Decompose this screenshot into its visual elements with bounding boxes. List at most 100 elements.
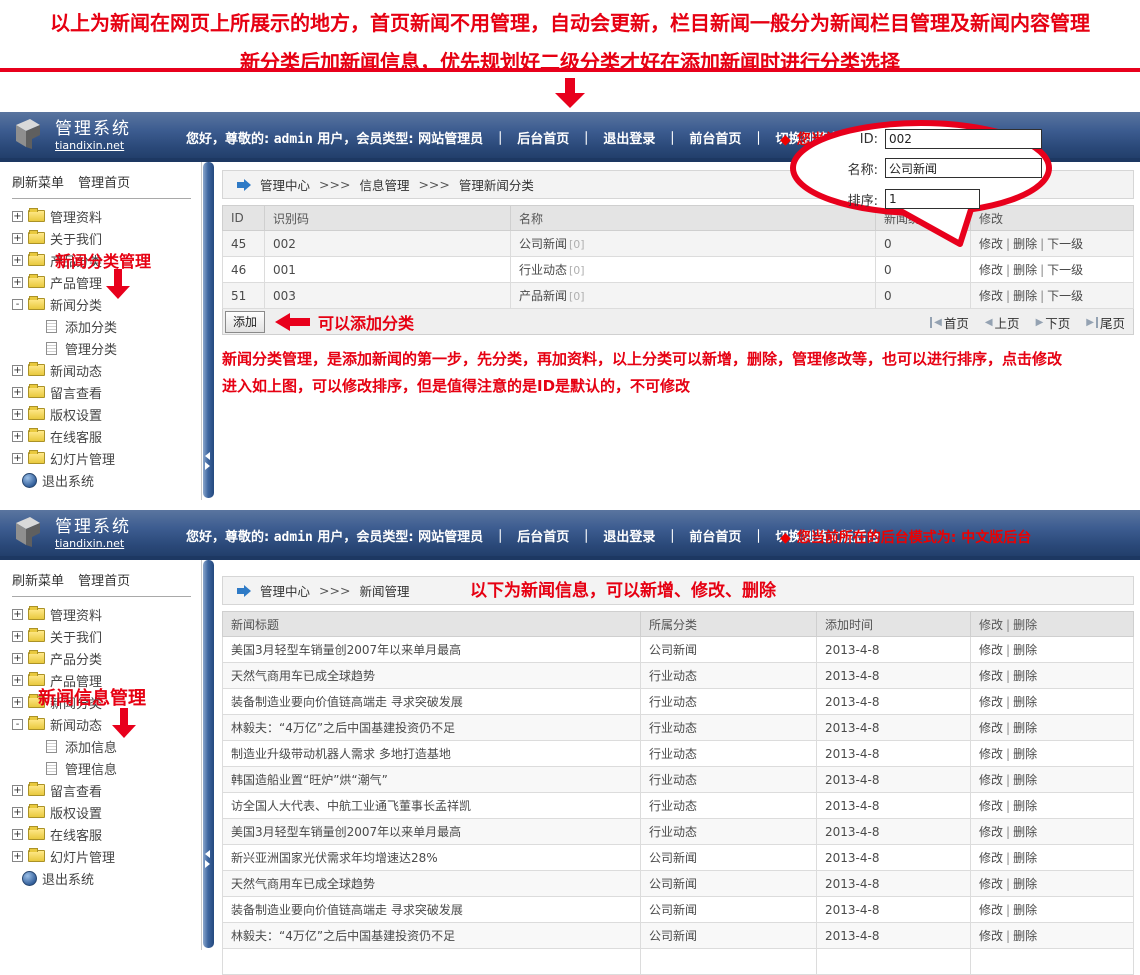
expand-icon[interactable]: + — [12, 697, 23, 708]
sidebar-splitter[interactable] — [203, 560, 214, 948]
expand-icon[interactable]: + — [12, 609, 23, 620]
sidebar-item-exit[interactable]: 退出系统 — [0, 867, 201, 889]
breadcrumb-news-manage[interactable]: 新闻管理 — [359, 581, 409, 600]
pagination-last[interactable]: ▶尾页 — [1086, 313, 1125, 332]
breadcrumb-info-manage[interactable]: 信息管理 — [359, 175, 409, 194]
sidebar-subitem-add-category[interactable]: 添加分类 — [0, 315, 201, 337]
sidebar-item-slideshow[interactable]: +幻灯片管理 — [0, 447, 201, 469]
sidebar-item-slideshow[interactable]: +幻灯片管理 — [0, 845, 201, 867]
expand-icon[interactable]: + — [12, 453, 23, 464]
delete-link[interactable]: 删除 — [1013, 877, 1037, 891]
delete-link[interactable]: 删除 — [1013, 643, 1037, 657]
expand-icon[interactable]: + — [12, 277, 23, 288]
expand-icon[interactable]: + — [12, 255, 23, 266]
delete-link[interactable]: 删除 — [1013, 263, 1037, 277]
expand-icon[interactable]: + — [12, 431, 23, 442]
pagination-next[interactable]: ▶下页 — [1036, 313, 1071, 332]
delete-link[interactable]: 删除 — [1013, 747, 1037, 761]
sidebar-item-news-categories[interactable]: -新闻分类 — [0, 293, 201, 315]
expand-icon[interactable]: + — [12, 851, 23, 862]
edit-link[interactable]: 修改 — [979, 773, 1003, 787]
admin-home-link[interactable]: 管理首页 — [78, 574, 130, 589]
collapse-arrows-icon[interactable] — [205, 850, 210, 868]
sidebar-item-online-service[interactable]: +在线客服 — [0, 425, 201, 447]
sidebar-item-copyright[interactable]: +版权设置 — [0, 801, 201, 823]
sidebar-item-exit[interactable]: 退出系统 — [0, 469, 201, 491]
collapse-icon[interactable]: - — [12, 719, 23, 730]
delete-link[interactable]: 删除 — [1013, 721, 1037, 735]
refresh-menu-link[interactable]: 刷新菜单 — [12, 574, 64, 589]
sidebar-item-news[interactable]: +新闻动态 — [0, 359, 201, 381]
sidebar-item-about-us[interactable]: +关于我们 — [0, 625, 201, 647]
breadcrumb-admin-center[interactable]: 管理中心 — [260, 175, 310, 194]
next-level-link[interactable]: 下一级 — [1047, 263, 1083, 277]
edit-link[interactable]: 修改 — [979, 877, 1003, 891]
delete-link[interactable]: 删除 — [1013, 825, 1037, 839]
add-category-button[interactable]: 添加 — [225, 311, 265, 333]
link-logout[interactable]: 退出登录 — [603, 132, 655, 147]
delete-link[interactable]: 删除 — [1013, 851, 1037, 865]
pagination-first[interactable]: ◀首页 — [930, 313, 969, 332]
expand-icon[interactable]: + — [12, 365, 23, 376]
collapse-arrows-icon[interactable] — [205, 452, 210, 470]
collapse-icon[interactable]: - — [12, 299, 23, 310]
link-backend-home[interactable]: 后台首页 — [517, 530, 569, 545]
next-level-link[interactable]: 下一级 — [1047, 289, 1083, 303]
sidebar-item-manage-data[interactable]: +管理资料 — [0, 205, 201, 227]
edit-link[interactable]: 修改 — [979, 669, 1003, 683]
sidebar-item-manage-data[interactable]: +管理资料 — [0, 603, 201, 625]
expand-icon[interactable]: + — [12, 785, 23, 796]
delete-link[interactable]: 删除 — [1013, 773, 1037, 787]
sort-field[interactable] — [885, 189, 980, 209]
delete-link[interactable]: 删除 — [1013, 669, 1037, 683]
link-frontend-home[interactable]: 前台首页 — [689, 132, 741, 147]
expand-icon[interactable]: + — [12, 675, 23, 686]
admin-home-link[interactable]: 管理首页 — [78, 176, 130, 191]
edit-link[interactable]: 修改 — [979, 799, 1003, 813]
sidebar-item-news-categories[interactable]: +新闻分类 — [0, 691, 201, 713]
edit-link[interactable]: 修改 — [979, 747, 1003, 761]
edit-link[interactable]: 修改 — [979, 695, 1003, 709]
sidebar-item-product-manage[interactable]: +产品管理 — [0, 271, 201, 293]
sidebar-item-copyright[interactable]: +版权设置 — [0, 403, 201, 425]
expand-icon[interactable]: + — [12, 233, 23, 244]
sidebar-item-online-service[interactable]: +在线客服 — [0, 823, 201, 845]
sidebar-item-messages[interactable]: +留言查看 — [0, 381, 201, 403]
expand-icon[interactable]: + — [12, 387, 23, 398]
sidebar-item-messages[interactable]: +留言查看 — [0, 779, 201, 801]
refresh-menu-link[interactable]: 刷新菜单 — [12, 176, 64, 191]
edit-link[interactable]: 修改 — [979, 929, 1003, 943]
delete-link[interactable]: 删除 — [1013, 799, 1037, 813]
expand-icon[interactable]: + — [12, 631, 23, 642]
expand-icon[interactable]: + — [12, 211, 23, 222]
edit-link[interactable]: 修改 — [979, 825, 1003, 839]
sidebar-item-about-us[interactable]: +关于我们 — [0, 227, 201, 249]
edit-link[interactable]: 修改 — [979, 289, 1003, 303]
sidebar-subitem-add-info[interactable]: 添加信息 — [0, 735, 201, 757]
delete-link[interactable]: 删除 — [1013, 929, 1037, 943]
expand-icon[interactable]: + — [12, 409, 23, 420]
sidebar-item-product-categories[interactable]: +产品分类 — [0, 249, 201, 271]
sidebar-item-product-manage[interactable]: +产品管理 — [0, 669, 201, 691]
expand-icon[interactable]: + — [12, 829, 23, 840]
sidebar-subitem-manage-category[interactable]: 管理分类 — [0, 337, 201, 359]
id-field[interactable] — [885, 129, 1042, 149]
link-logout[interactable]: 退出登录 — [603, 530, 655, 545]
delete-link[interactable]: 删除 — [1013, 903, 1037, 917]
edit-link[interactable]: 修改 — [979, 903, 1003, 917]
sidebar-subitem-manage-info[interactable]: 管理信息 — [0, 757, 201, 779]
expand-icon[interactable]: + — [12, 653, 23, 664]
sidebar-item-news[interactable]: -新闻动态 — [0, 713, 201, 735]
delete-link[interactable]: 删除 — [1013, 289, 1037, 303]
edit-link[interactable]: 修改 — [979, 721, 1003, 735]
edit-link[interactable]: 修改 — [979, 643, 1003, 657]
link-frontend-home[interactable]: 前台首页 — [689, 530, 741, 545]
name-field[interactable] — [885, 158, 1042, 178]
breadcrumb-manage-news-categories[interactable]: 管理新闻分类 — [459, 175, 534, 194]
sidebar-splitter[interactable] — [203, 162, 214, 498]
edit-link[interactable]: 修改 — [979, 263, 1003, 277]
breadcrumb-admin-center[interactable]: 管理中心 — [260, 581, 310, 600]
delete-link[interactable]: 删除 — [1013, 695, 1037, 709]
expand-icon[interactable]: + — [12, 807, 23, 818]
pagination-prev[interactable]: ◀上页 — [985, 313, 1020, 332]
